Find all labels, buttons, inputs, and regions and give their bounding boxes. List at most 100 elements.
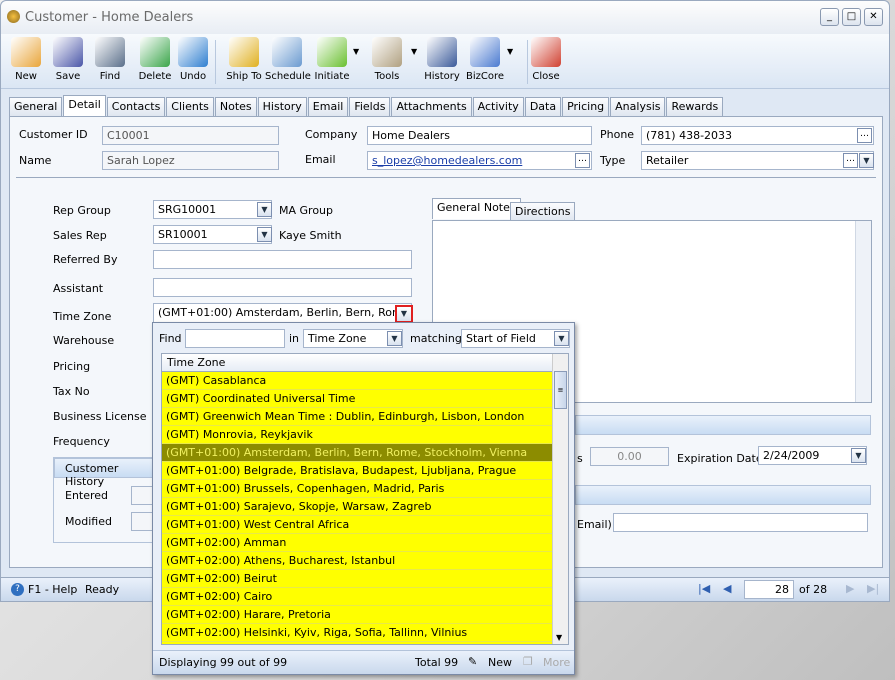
tab-general[interactable]: General <box>9 97 63 116</box>
sales-rep-select[interactable]: SR10001 <box>153 225 272 244</box>
previous-record-icon[interactable]: ◀ <box>723 582 731 595</box>
tab-activity[interactable]: Activity <box>472 97 524 116</box>
list-scrollbar[interactable]: ≡ ▼ <box>552 354 568 644</box>
initiate-dropdown-arrow[interactable]: ▼ <box>353 47 359 56</box>
expiration-date-dropdown[interactable]: ▼ <box>851 448 866 463</box>
toolbar-label: Undo <box>179 71 207 82</box>
notes-scrollbar[interactable] <box>855 221 871 402</box>
toolbar-close-button[interactable]: Close <box>527 36 565 88</box>
time-zone-option[interactable]: (GMT+02:00) Harare, Pretoria <box>162 606 552 624</box>
time-zone-option[interactable]: (GMT+01:00) West Central Africa <box>162 516 552 534</box>
rep-group-select[interactable]: SRG10001 <box>153 200 272 219</box>
time-zone-option[interactable]: (GMT) Coordinated Universal Time <box>162 390 552 408</box>
time-zone-option[interactable]: (GMT+01:00) Belgrade, Bratislava, Budape… <box>162 462 552 480</box>
name-field[interactable]: Sarah Lopez <box>102 151 279 170</box>
customer-id-field[interactable]: C10001 <box>102 126 279 145</box>
email-ellipsis-button[interactable]: … <box>575 153 590 168</box>
referred-by-field[interactable] <box>153 250 412 269</box>
help-icon[interactable]: ? <box>11 583 24 596</box>
new-button[interactable]: New <box>488 656 512 669</box>
time-zone-grid: Time Zone (GMT) Casablanca (GMT) Coordina… <box>161 353 569 645</box>
tab-email[interactable]: Email <box>307 97 349 116</box>
time-zone-option[interactable]: (GMT+02:00) Cairo <box>162 588 552 606</box>
assistant-field[interactable] <box>153 278 412 297</box>
total-count: Total 99 <box>415 656 459 669</box>
first-record-icon[interactable]: |◀ <box>698 582 710 595</box>
time-zone-option[interactable]: (GMT+02:00) Helsinki, Kyiv, Riga, Sofia,… <box>162 624 552 642</box>
type-select[interactable]: Retailer <box>641 151 874 170</box>
tab-fields[interactable]: Fields <box>349 97 391 116</box>
toolbar-separator <box>527 40 528 84</box>
column-header-time-zone[interactable]: Time Zone <box>162 354 552 372</box>
sales-rep-dropdown[interactable]: ▼ <box>257 227 272 242</box>
next-record-icon[interactable]: ▶ <box>846 582 854 595</box>
in-dropdown[interactable]: ▼ <box>387 331 402 346</box>
toolbar-bizcore-button[interactable]: BizCore <box>465 36 505 88</box>
scroll-down-arrow[interactable]: ▼ <box>556 633 562 642</box>
toolbar-history-button[interactable]: History <box>423 36 461 88</box>
company-field[interactable]: Home Dealers <box>367 126 592 145</box>
tab-notes[interactable]: Notes <box>214 97 257 116</box>
phone-ellipsis-button[interactable]: … <box>857 128 872 143</box>
time-zone-option[interactable]: (GMT+02:00) Amman <box>162 534 552 552</box>
scrollbar-thumb[interactable]: ≡ <box>554 371 567 409</box>
rep-group-dropdown[interactable]: ▼ <box>257 202 272 217</box>
email-field[interactable]: s_lopez@homedealers.com <box>367 151 592 170</box>
tools-dropdown-arrow[interactable]: ▼ <box>411 47 417 56</box>
tab-detail[interactable]: Detail <box>63 95 106 116</box>
toolbar-schedule-button[interactable]: Schedule <box>265 36 311 88</box>
tab-analysis[interactable]: Analysis <box>610 97 666 116</box>
time-zone-option[interactable]: (GMT) Monrovia, Reykjavik <box>162 426 552 444</box>
rep-group-name: MA Group <box>279 204 334 217</box>
toolbar-ship-to-button[interactable]: Ship To <box>223 36 265 88</box>
tab-attachments[interactable]: Attachments <box>391 97 472 116</box>
toolbar-initiate-button[interactable]: Initiate <box>313 36 351 88</box>
time-zone-select[interactable]: (GMT+01:00) Amsterdam, Berlin, Bern, Rom… <box>153 303 412 324</box>
close-window-button[interactable]: ✕ <box>864 8 883 26</box>
time-zone-option[interactable]: (GMT+01:00) Brussels, Copenhagen, Madrid… <box>162 480 552 498</box>
time-zone-label: Time Zone <box>53 310 112 323</box>
maximize-button[interactable]: □ <box>842 8 861 26</box>
time-zone-dropdown-button[interactable]: ▼ <box>395 305 413 323</box>
record-number-field[interactable]: 28 <box>744 580 794 599</box>
toolbar: New Save Find Delete Undo Ship To Schedule Init… <box>1 34 889 89</box>
tab-pricing[interactable]: Pricing <box>562 97 610 116</box>
customer-history-group: Customer History Entered Modified <box>53 457 163 543</box>
toolbar-save-button[interactable]: Save <box>49 36 87 88</box>
toolbar-delete-button[interactable]: Delete <box>137 36 173 88</box>
amount-field[interactable]: 0.00 <box>590 447 669 466</box>
tab-contacts[interactable]: Contacts <box>106 97 166 116</box>
toolbar-find-button[interactable]: Find <box>93 36 127 88</box>
tab-clients[interactable]: Clients <box>166 97 214 116</box>
find-input[interactable] <box>185 329 285 348</box>
time-zone-option[interactable]: (GMT+02:00) Beirut <box>162 570 552 588</box>
time-zone-option[interactable]: (GMT+02:00) Athens, Bucharest, Istanbul <box>162 552 552 570</box>
bizcore-dropdown-arrow[interactable]: ▼ <box>507 47 513 56</box>
matching-dropdown[interactable]: ▼ <box>554 331 569 346</box>
toolbar-tools-button[interactable]: Tools <box>365 36 409 88</box>
tab-data[interactable]: Data <box>524 97 562 116</box>
time-zone-option[interactable]: (GMT) Greenwich Mean Time : Dublin, Edin… <box>162 408 552 426</box>
help-label[interactable]: F1 - Help <box>28 583 77 596</box>
tab-rewards[interactable]: Rewards <box>666 97 724 116</box>
time-zone-option[interactable]: (GMT) Casablanca <box>162 372 552 390</box>
minimize-button[interactable]: _ <box>820 8 839 26</box>
toolbar-label: Delete <box>138 71 172 82</box>
email-option-label: Email) <box>577 518 612 531</box>
type-dropdown-button[interactable]: ▼ <box>859 153 874 168</box>
toolbar-undo-button[interactable]: Undo <box>177 36 209 88</box>
app-icon <box>7 10 20 23</box>
tab-history[interactable]: History <box>257 97 307 116</box>
expiration-date-label: Expiration Date <box>677 452 763 465</box>
modified-label: Modified <box>65 515 112 528</box>
tab-general-notes[interactable]: General Notes <box>432 198 521 219</box>
time-zone-option[interactable]: (GMT+01:00) Amsterdam, Berlin, Bern, Rom… <box>162 444 552 462</box>
toolbar-new-button[interactable]: New <box>9 36 43 88</box>
phone-field[interactable]: (781) 438-2033 <box>641 126 874 145</box>
last-record-icon[interactable]: ▶| <box>867 582 879 595</box>
tab-directions[interactable]: Directions <box>510 202 576 221</box>
more-button[interactable]: More <box>543 656 570 669</box>
email-option-field[interactable] <box>613 513 868 532</box>
type-ellipsis-button[interactable]: … <box>843 153 858 168</box>
time-zone-option[interactable]: (GMT+01:00) Sarajevo, Skopje, Warsaw, Za… <box>162 498 552 516</box>
